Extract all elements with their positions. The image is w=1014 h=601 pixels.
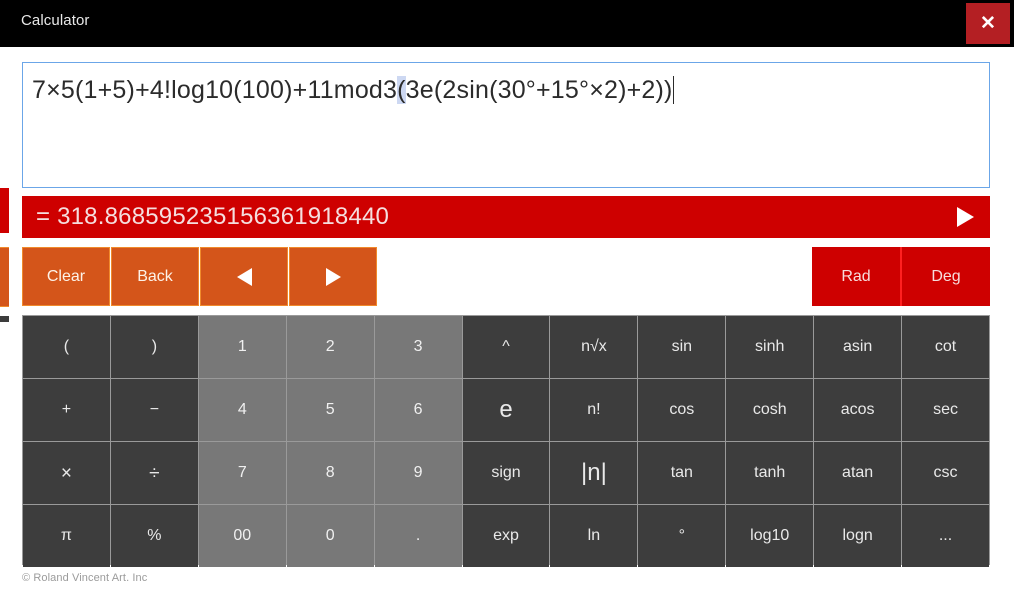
key-button[interactable]: 0 xyxy=(286,505,374,567)
key-button[interactable]: tanh xyxy=(726,442,814,504)
text-caret xyxy=(672,76,674,104)
key-button[interactable]: |n| xyxy=(550,442,638,504)
evaluate-play-icon[interactable] xyxy=(957,207,974,227)
key-button[interactable]: ln xyxy=(550,505,638,567)
key-button[interactable]: + xyxy=(23,379,110,441)
key-button[interactable]: 00 xyxy=(198,505,286,567)
key-button[interactable]: acos xyxy=(814,379,902,441)
key-button[interactable]: ... xyxy=(902,505,989,567)
cursor-right-button[interactable] xyxy=(289,247,377,306)
expression-text: 7×5(1+5)+4!log10(100)+11mod3(3e(2sin(30°… xyxy=(32,76,674,105)
key-button[interactable]: n√x xyxy=(550,316,638,378)
key-button[interactable]: tan xyxy=(638,442,726,504)
key-button[interactable]: 4 xyxy=(198,379,286,441)
expression-suffix: 3e(2sin(30°+15°×2)+2)) xyxy=(405,76,673,104)
key-button[interactable]: × xyxy=(23,442,110,504)
key-button[interactable]: logn xyxy=(814,505,902,567)
key-button[interactable]: ÷ xyxy=(110,442,198,504)
key-button[interactable]: 5 xyxy=(286,379,374,441)
key-button[interactable]: cos xyxy=(638,379,726,441)
expression-input[interactable]: 7×5(1+5)+4!log10(100)+11mod3(3e(2sin(30°… xyxy=(22,62,990,188)
key-button[interactable]: cot xyxy=(902,316,989,378)
key-button[interactable]: sinh xyxy=(726,316,814,378)
key-button[interactable]: sin xyxy=(638,316,726,378)
left-edge-dark-strip xyxy=(0,316,9,322)
key-button[interactable]: exp xyxy=(462,505,550,567)
close-button[interactable]: ✕ xyxy=(966,3,1010,44)
key-button[interactable]: ° xyxy=(638,505,726,567)
key-button[interactable]: 6 xyxy=(374,379,462,441)
back-button[interactable]: Back xyxy=(111,247,199,306)
window-title: Calculator xyxy=(21,12,90,29)
mode-deg-label: Deg xyxy=(931,267,961,285)
key-button[interactable]: cosh xyxy=(726,379,814,441)
left-edge-red-strip xyxy=(0,188,9,233)
control-row-left: Clear Back xyxy=(22,247,377,306)
key-button[interactable]: csc xyxy=(902,442,989,504)
key-button[interactable]: ) xyxy=(110,316,198,378)
mode-rad-label: Rad xyxy=(841,267,871,285)
result-value: = 318.868595235156361918440 xyxy=(36,203,390,230)
key-button[interactable]: 1 xyxy=(198,316,286,378)
key-button[interactable]: 9 xyxy=(374,442,462,504)
matching-paren-highlight: ( xyxy=(397,76,406,104)
key-button[interactable]: asin xyxy=(814,316,902,378)
mode-deg-button[interactable]: Deg xyxy=(900,247,990,306)
calculator-window: Calculator ✕ 7×5(1+5)+4!log10(100)+11mod… xyxy=(0,0,1014,601)
control-row-right: Rad Deg xyxy=(812,247,990,306)
key-button[interactable]: 8 xyxy=(286,442,374,504)
back-button-label: Back xyxy=(137,267,173,285)
key-button[interactable]: ( xyxy=(23,316,110,378)
key-button[interactable]: ^ xyxy=(462,316,550,378)
left-edge-orange-strip xyxy=(0,247,9,307)
result-bar: = 318.868595235156361918440 xyxy=(22,196,990,238)
key-button[interactable]: π xyxy=(23,505,110,567)
key-button[interactable]: log10 xyxy=(726,505,814,567)
key-button[interactable]: sign xyxy=(462,442,550,504)
clear-button-label: Clear xyxy=(46,267,86,285)
key-button[interactable]: 2 xyxy=(286,316,374,378)
key-button[interactable]: . xyxy=(374,505,462,567)
key-button[interactable]: − xyxy=(110,379,198,441)
close-icon: ✕ xyxy=(980,13,996,34)
expression-prefix: 7×5(1+5)+4!log10(100)+11mod3 xyxy=(32,76,398,104)
key-button[interactable]: n! xyxy=(550,379,638,441)
clear-button[interactable]: Clear xyxy=(22,247,110,306)
key-button[interactable]: sec xyxy=(902,379,989,441)
key-button[interactable]: 7 xyxy=(198,442,286,504)
arrow-left-icon xyxy=(236,267,252,286)
key-button[interactable]: 3 xyxy=(374,316,462,378)
keypad: () 1 2 3 ^ n√x sin sinh asin cot + −4 5 6 e n! cos cosh ac… xyxy=(22,315,990,567)
title-bar: Calculator ✕ xyxy=(0,0,1014,47)
control-row: Clear Back Rad Deg xyxy=(22,247,990,306)
key-button[interactable]: atan xyxy=(814,442,902,504)
key-button[interactable]: e xyxy=(462,379,550,441)
cursor-left-button[interactable] xyxy=(200,247,288,306)
key-button[interactable]: % xyxy=(110,505,198,567)
arrow-right-icon xyxy=(325,267,341,286)
footer-copyright: © Roland Vincent Art. Inc xyxy=(22,572,148,584)
mode-rad-button[interactable]: Rad xyxy=(812,247,900,306)
